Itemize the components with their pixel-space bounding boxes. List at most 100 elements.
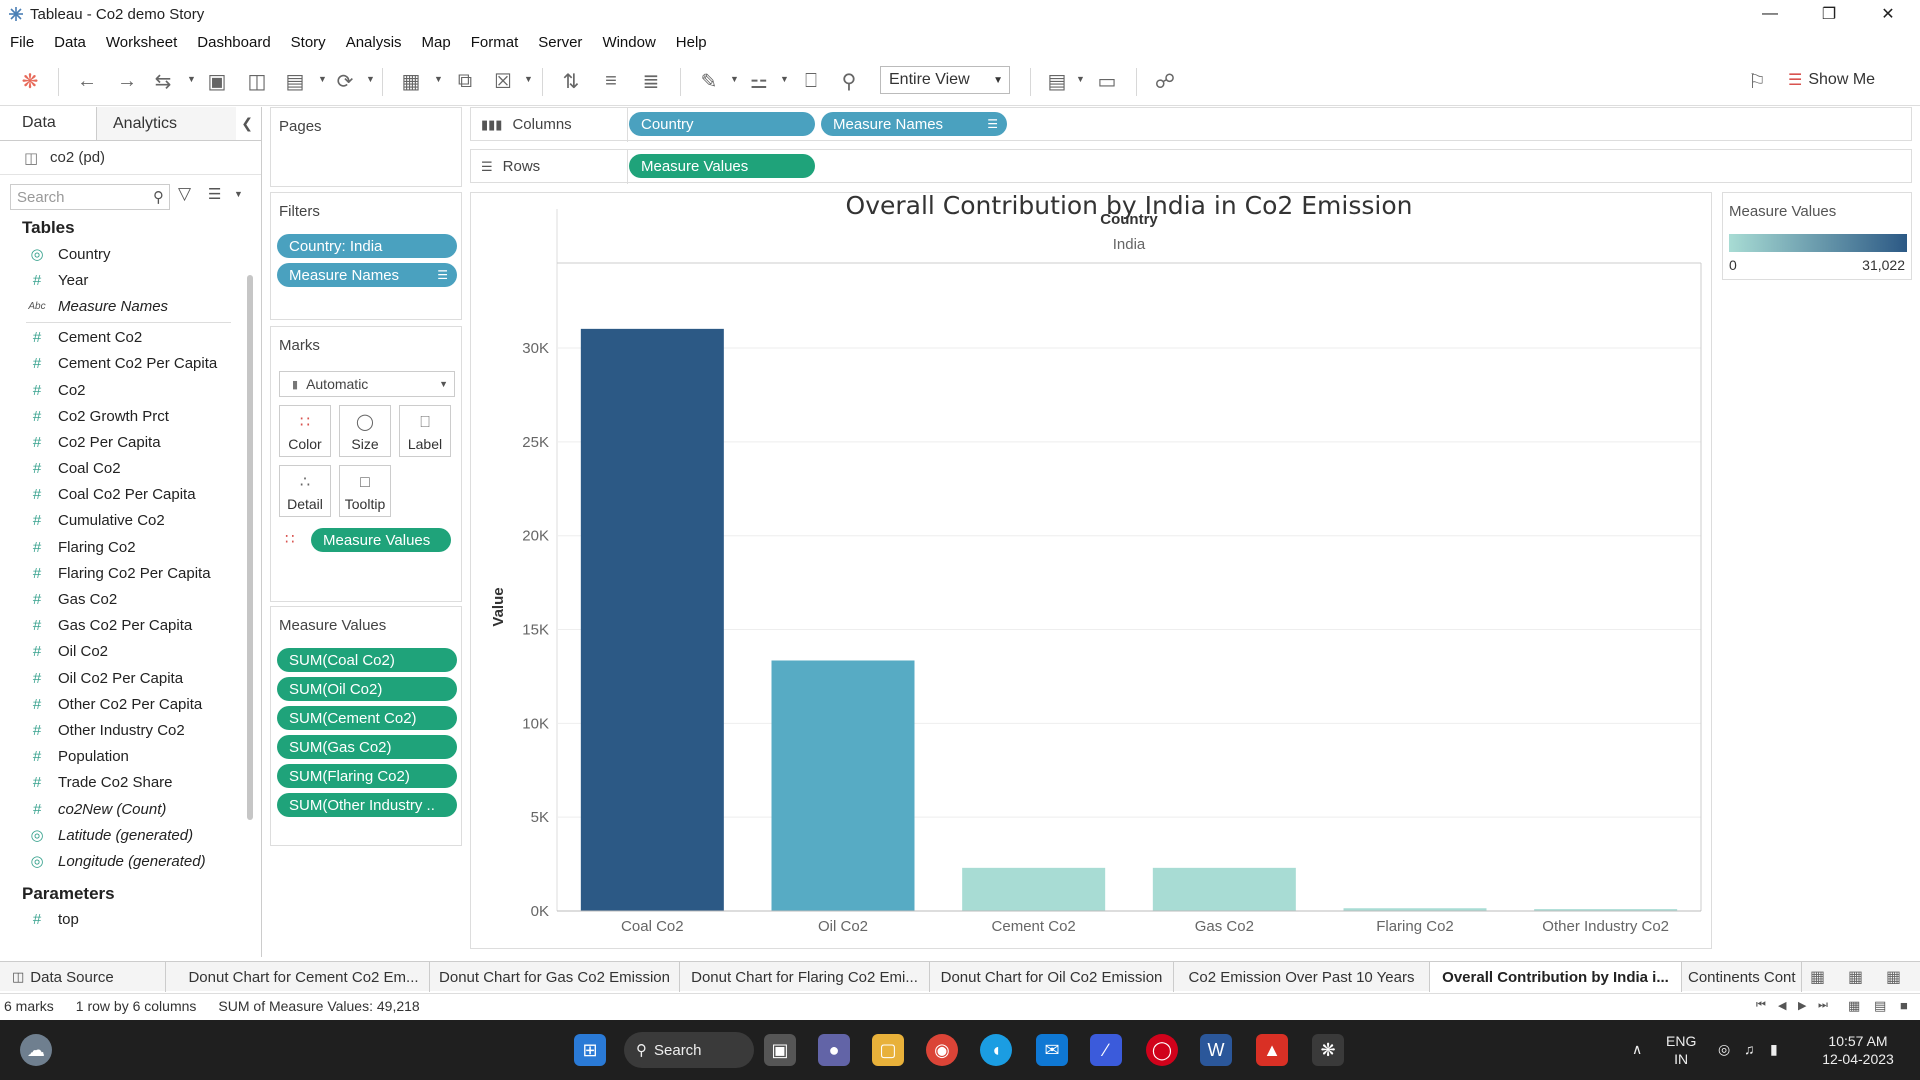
field-item[interactable]: # Trade Co2 Share xyxy=(0,770,261,796)
columns-shelf[interactable]: ▮▮▮ Columns Country Measure Names ☰ xyxy=(470,107,1912,142)
field-item[interactable]: ◎ Latitude (generated) xyxy=(0,822,261,848)
language-indicator[interactable]: ENG IN xyxy=(1666,1032,1696,1068)
marks-label-button[interactable]: ⎕ Label xyxy=(399,405,451,457)
field-item[interactable]: ◎ Country xyxy=(0,241,261,267)
mark-type-select[interactable]: ▮ Automatic ▼ xyxy=(279,371,455,397)
filter-pill-country[interactable]: Country: India xyxy=(277,234,457,258)
fix-axes-icon[interactable]: ⚲ xyxy=(834,66,864,96)
field-item[interactable]: # Cumulative Co2 xyxy=(0,508,261,534)
field-item[interactable]: # Cement Co2 xyxy=(0,325,261,351)
filmstrip-icon[interactable]: ▤ xyxy=(1874,998,1886,1014)
edge-icon[interactable]: ◖ xyxy=(980,1034,1012,1066)
columns-pill-measure-names[interactable]: Measure Names ☰ xyxy=(821,112,1007,136)
field-item[interactable]: # Co2 xyxy=(0,377,261,403)
chart-view[interactable]: Overall Contribution by India in Co2 Emi… xyxy=(470,191,1712,949)
file-explorer-icon[interactable]: ▢ xyxy=(872,1034,904,1066)
refresh-icon[interactable]: ⟳ xyxy=(330,66,360,96)
fit-view-select[interactable]: Entire View ▼ xyxy=(880,66,1010,94)
windows-start-icon[interactable]: ⊞ xyxy=(574,1034,606,1066)
new-dashboard-icon[interactable]: ▦ xyxy=(1848,967,1863,987)
share-icon[interactable]: ☍ xyxy=(1150,66,1180,96)
field-item[interactable]: # Cement Co2 Per Capita xyxy=(0,351,261,377)
chrome-icon[interactable]: ◉ xyxy=(926,1034,958,1066)
field-item[interactable]: # Other Industry Co2 xyxy=(0,717,261,743)
view-dropdown-icon[interactable]: ▼ xyxy=(234,189,243,199)
collapse-pane-icon[interactable]: ❮ xyxy=(241,115,253,132)
show-cards-icon[interactable]: ▤ xyxy=(1042,66,1072,96)
filter-pill-measure-names[interactable]: Measure Names ☰ xyxy=(277,263,457,287)
tab-data[interactable]: Data xyxy=(0,107,96,140)
sheet-tab[interactable]: Donut Chart for Cement Co2 Em... xyxy=(178,962,430,992)
minimize-button[interactable]: — xyxy=(1742,0,1798,28)
duplicate-sheet-icon[interactable]: ⧉ xyxy=(450,66,480,96)
taskbar-search[interactable]: ⚲ Search xyxy=(624,1032,754,1068)
field-item[interactable]: # Other Co2 Per Capita xyxy=(0,691,261,717)
sheet-tab[interactable]: Continents Cont xyxy=(1682,962,1802,992)
next-sheet-icon[interactable]: ▶ xyxy=(1798,999,1806,1012)
group-members-icon[interactable]: ⚍ xyxy=(744,66,774,96)
word-icon[interactable]: W xyxy=(1200,1034,1232,1066)
pause-dropdown-icon[interactable]: ▼ xyxy=(318,74,327,84)
highlight-icon[interactable]: ✎ xyxy=(694,66,724,96)
menu-server[interactable]: Server xyxy=(528,34,592,51)
battery-icon[interactable]: ▮ xyxy=(1770,1040,1778,1058)
data-source-tab[interactable]: ◫ Data Source xyxy=(0,962,166,992)
menu-dashboard[interactable]: Dashboard xyxy=(187,34,280,51)
measure-value-pill[interactable]: SUM(Cement Co2) xyxy=(277,706,457,730)
measure-value-pill[interactable]: SUM(Other Industry .. xyxy=(277,793,457,817)
menu-window[interactable]: Window xyxy=(592,34,665,51)
sort-ascending-icon[interactable]: ≡ xyxy=(596,66,626,96)
marks-size-button[interactable]: ◯ Size xyxy=(339,405,391,457)
menu-file[interactable]: File xyxy=(0,34,44,51)
clear-sheet-icon[interactable]: ☒ xyxy=(488,66,518,96)
clear-dropdown-icon[interactable]: ▼ xyxy=(524,74,533,84)
save-icon[interactable]: ▣ xyxy=(202,66,232,96)
measure-value-pill[interactable]: SUM(Flaring Co2) xyxy=(277,764,457,788)
menu-analysis[interactable]: Analysis xyxy=(336,34,412,51)
pin-icon[interactable]: ⚐ xyxy=(1742,66,1772,96)
measure-value-pill[interactable]: SUM(Gas Co2) xyxy=(277,735,457,759)
pause-updates-icon[interactable]: ▤ xyxy=(280,66,310,96)
group-dropdown-icon[interactable]: ▼ xyxy=(780,74,789,84)
tabs-view-icon[interactable]: ■ xyxy=(1900,998,1908,1013)
field-item[interactable]: # Flaring Co2 xyxy=(0,534,261,560)
field-item[interactable]: # Oil Co2 xyxy=(0,639,261,665)
sheet-tab[interactable]: Co2 Emission Over Past 10 Years xyxy=(1174,962,1430,992)
field-item[interactable]: # Co2 Per Capita xyxy=(0,429,261,455)
show-cards-dropdown-icon[interactable]: ▼ xyxy=(1076,74,1085,84)
swap-rows-columns-icon[interactable]: ⇅ xyxy=(556,66,586,96)
field-item[interactable]: # Gas Co2 xyxy=(0,586,261,612)
menu-worksheet[interactable]: Worksheet xyxy=(96,34,187,51)
field-item[interactable]: # Flaring Co2 Per Capita xyxy=(0,560,261,586)
rows-shelf[interactable]: ☰ Rows Measure Values xyxy=(470,149,1912,184)
datasource-item[interactable]: ◫ co2 (pd) xyxy=(0,141,261,175)
undo-icon[interactable]: ← xyxy=(72,66,102,96)
sheet-sorter-icon[interactable]: ▦ xyxy=(1848,998,1860,1014)
marks-detail-button[interactable]: ∴ Detail xyxy=(279,465,331,517)
replay-dropdown-icon[interactable]: ▼ xyxy=(187,74,196,84)
marks-color-pill[interactable]: Measure Values xyxy=(311,528,451,552)
tableau-taskbar-icon[interactable]: ❋ xyxy=(1312,1034,1344,1066)
search-input[interactable]: Search ⚲ xyxy=(10,184,170,210)
field-item[interactable]: # Population xyxy=(0,744,261,770)
sheet-tab[interactable]: Donut Chart for Oil Co2 Emission xyxy=(930,962,1174,992)
new-worksheet-icon[interactable]: ▦ xyxy=(1810,967,1825,987)
highlight-dropdown-icon[interactable]: ▼ xyxy=(730,74,739,84)
field-item[interactable]: Abc Measure Names xyxy=(0,293,261,319)
marks-tooltip-button[interactable]: □ Tooltip xyxy=(339,465,391,517)
field-item[interactable]: # Coal Co2 Per Capita xyxy=(0,482,261,508)
prev-sheet-icon[interactable]: ◀ xyxy=(1778,999,1786,1012)
first-sheet-icon[interactable]: ⏮ xyxy=(1756,999,1766,1012)
parameter-item[interactable]: # top xyxy=(0,907,261,933)
measure-value-pill[interactable]: SUM(Coal Co2) xyxy=(277,648,457,672)
sort-descending-icon[interactable]: ≣ xyxy=(636,66,666,96)
show-me-button[interactable]: ☰ Show Me xyxy=(1788,70,1875,90)
field-item[interactable]: # Coal Co2 xyxy=(0,456,261,482)
marks-color-button[interactable]: ∷ Color xyxy=(279,405,331,457)
teams-icon[interactable]: ● xyxy=(818,1034,850,1066)
restore-button[interactable]: ❐ xyxy=(1801,0,1857,28)
field-item[interactable]: # Co2 Growth Prct xyxy=(0,403,261,429)
rows-pill-measure-values[interactable]: Measure Values xyxy=(629,154,815,178)
field-item[interactable]: ◎ Longitude (generated) xyxy=(0,848,261,874)
color-legend-card[interactable]: Measure Values 0 31,022 xyxy=(1722,192,1912,280)
